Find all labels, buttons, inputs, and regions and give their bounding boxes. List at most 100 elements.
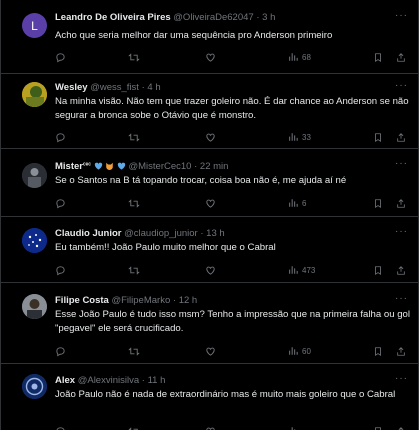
bookmark-icon <box>375 346 381 356</box>
author-name[interactable]: Leandro De Oliveira Pires <box>55 12 171 23</box>
author-handle[interactable]: @OliveiraDe62047 <box>173 12 253 23</box>
retweet-icon <box>128 266 140 274</box>
retweet-button[interactable] <box>128 51 140 63</box>
timestamp[interactable]: 22 min <box>200 161 229 172</box>
bookmark-button[interactable] <box>373 51 383 63</box>
share-button[interactable] <box>396 131 406 143</box>
like-button[interactable] <box>205 131 216 143</box>
author-handle[interactable]: @wess_fist <box>90 82 139 93</box>
retweet-button[interactable] <box>128 425 140 430</box>
views-icon <box>289 199 298 207</box>
views-count: 473 <box>302 265 316 275</box>
timestamp[interactable]: 13 h <box>206 228 225 239</box>
share-button[interactable] <box>396 264 406 276</box>
author-handle[interactable]: @Alexvinisilva <box>78 375 139 386</box>
retweet-button[interactable] <box>128 264 140 276</box>
like-button[interactable] <box>205 197 216 209</box>
flag-icon <box>22 228 47 253</box>
bookmark-button[interactable] <box>373 345 383 357</box>
reply-button[interactable] <box>55 131 66 143</box>
separator: · <box>141 82 145 93</box>
tweet-header: Misterᶜᵉᶜ @MisterCec10 · 22 min <box>55 160 228 173</box>
retweet-button[interactable] <box>128 197 140 209</box>
separator: · <box>256 12 260 23</box>
like-icon <box>206 266 215 275</box>
blue-heart-icon <box>94 162 102 170</box>
views-icon <box>289 266 298 274</box>
avatar[interactable]: L <box>22 13 47 38</box>
timestamp[interactable]: 3 h <box>262 12 275 23</box>
more-icon[interactable]: ··· <box>395 373 408 384</box>
like-button[interactable] <box>205 425 216 430</box>
bookmark-icon <box>375 426 381 430</box>
tweet-header: Claudio Junior @claudiop_junior · 13 h <box>55 228 225 240</box>
views-button[interactable]: 60 <box>288 345 311 357</box>
author-name[interactable]: Alex <box>55 375 75 386</box>
retweet-button[interactable] <box>128 131 140 143</box>
reply-button[interactable] <box>55 197 66 209</box>
reply-button[interactable] <box>55 345 66 357</box>
blue-heart-icon <box>117 162 126 170</box>
author-name[interactable]: Filipe Costa <box>55 295 109 306</box>
author-handle[interactable]: @FilipeMarko <box>111 295 170 306</box>
share-button[interactable] <box>396 197 406 209</box>
tweet-actions: 68 <box>55 51 405 63</box>
tweet[interactable]: Misterᶜᵉᶜ @MisterCec10 · 22 min ··· Se o… <box>1 149 418 217</box>
reply-button[interactable] <box>55 51 66 63</box>
reply-button[interactable] <box>55 425 66 430</box>
views-button[interactable]: 68 <box>288 51 311 63</box>
bookmark-button[interactable] <box>373 425 383 430</box>
avatar-letter: L <box>31 18 38 33</box>
author-handle[interactable]: @claudiop_junior <box>124 228 198 239</box>
avatar[interactable] <box>22 163 47 188</box>
like-icon <box>206 133 215 142</box>
tweet[interactable]: L Leandro De Oliveira Pires @OliveiraDe6… <box>1 0 418 74</box>
bookmark-button[interactable] <box>373 131 383 143</box>
retweet-button[interactable] <box>128 345 140 357</box>
tweet-text: Na minha visão. Não tem que trazer golei… <box>55 96 409 121</box>
tweet-header: Alex @Alexvinisilva · 11 h <box>55 375 165 387</box>
timestamp[interactable]: 11 h <box>148 375 166 386</box>
timestamp[interactable]: 12 h <box>179 295 198 306</box>
author-handle[interactable]: @MisterCec10 <box>129 161 192 172</box>
share-button[interactable] <box>396 345 406 357</box>
avatar[interactable] <box>22 374 47 399</box>
more-icon[interactable]: ··· <box>395 10 408 21</box>
timestamp[interactable]: 4 h <box>147 82 160 93</box>
like-button[interactable] <box>205 264 216 276</box>
tweet[interactable]: Alex @Alexvinisilva · 11 h ··· João Paul… <box>1 364 418 430</box>
reply-icon <box>56 265 65 275</box>
author-name[interactable]: Claudio Junior <box>55 228 122 239</box>
like-icon <box>206 427 215 430</box>
reply-button[interactable] <box>55 264 66 276</box>
more-icon[interactable]: ··· <box>395 293 408 304</box>
avatar[interactable] <box>22 228 47 253</box>
like-icon <box>206 53 215 62</box>
like-button[interactable] <box>205 51 216 63</box>
tweet[interactable]: Claudio Junior @claudiop_junior · 13 h ·… <box>1 217 418 283</box>
author-name[interactable]: Mister <box>55 161 83 172</box>
share-button[interactable] <box>396 425 406 430</box>
avatar[interactable] <box>22 294 47 319</box>
more-icon[interactable]: ··· <box>395 226 408 237</box>
views-button[interactable]: 473 <box>288 264 315 276</box>
tweet-actions <box>55 425 405 430</box>
avatar[interactable] <box>22 82 47 107</box>
author-name[interactable]: Wesley <box>55 82 88 93</box>
avatar-image-icon <box>22 294 47 319</box>
tweet[interactable]: Filipe Costa @FilipeMarko · 12 h ··· Ess… <box>1 283 418 364</box>
avatar-image-icon <box>22 82 47 107</box>
more-icon[interactable]: ··· <box>395 80 408 91</box>
more-icon[interactable]: ··· <box>395 158 408 169</box>
tweet[interactable]: Wesley @wess_fist · 4 h ··· Na minha vis… <box>1 74 418 149</box>
tweet-actions: 473 <box>55 264 405 276</box>
views-button[interactable] <box>288 425 298 430</box>
tweet-header: Wesley @wess_fist · 4 h <box>55 82 161 94</box>
like-button[interactable] <box>205 345 216 357</box>
share-button[interactable] <box>396 51 406 63</box>
bookmark-button[interactable] <box>373 264 383 276</box>
bookmark-button[interactable] <box>373 197 383 209</box>
retweet-icon <box>128 53 140 61</box>
views-button[interactable]: 33 <box>288 131 311 143</box>
views-button[interactable]: 6 <box>288 197 306 209</box>
